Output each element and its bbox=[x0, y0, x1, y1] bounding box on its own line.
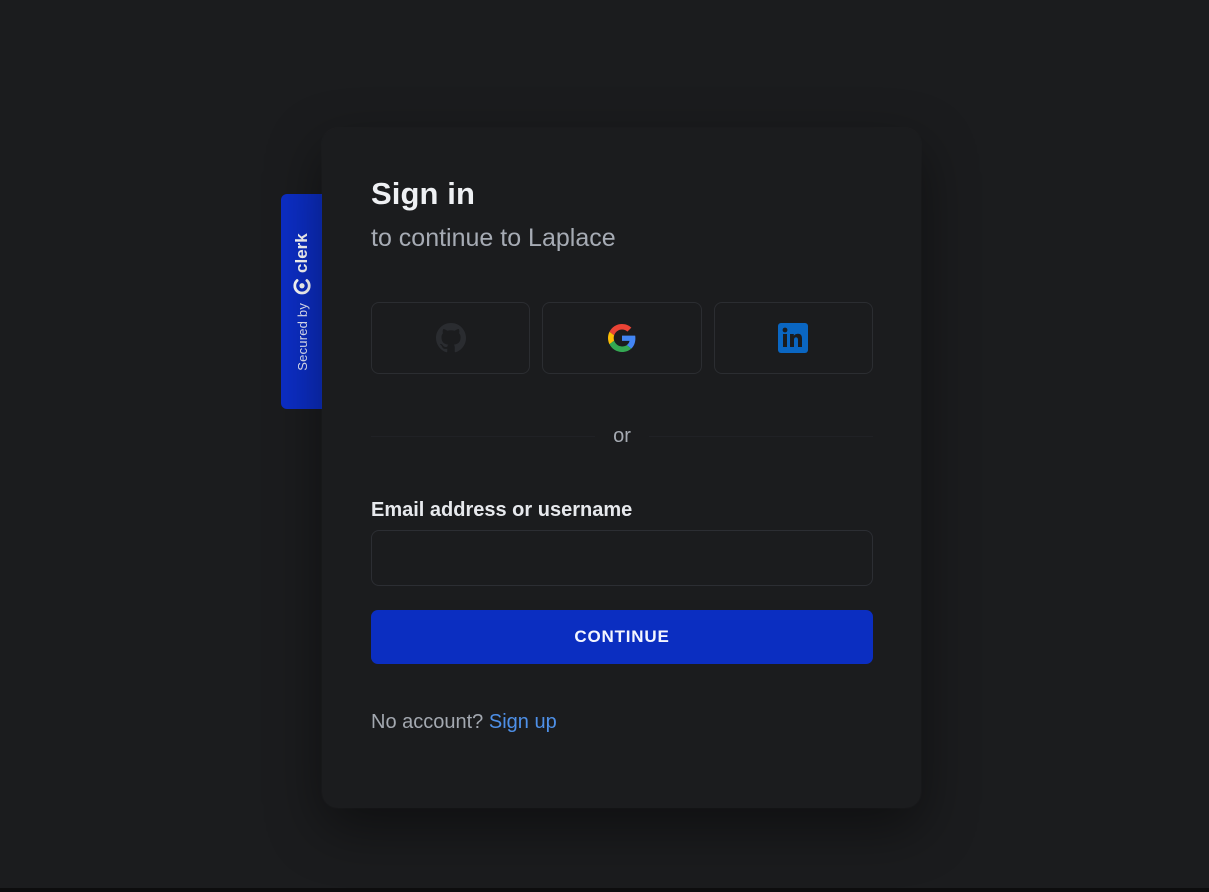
secured-by-label: Secured by bbox=[294, 302, 309, 371]
linkedin-icon bbox=[778, 323, 809, 353]
divider-line-left bbox=[371, 435, 596, 437]
google-login-button[interactable] bbox=[542, 302, 702, 374]
email-field-label: Email address or username bbox=[371, 499, 633, 521]
sign-in-card: Sign in to continue to Laplace or Email … bbox=[322, 128, 921, 808]
secured-by-clerk-badge[interactable]: Secured by clerk bbox=[281, 194, 322, 409]
github-icon bbox=[435, 323, 466, 353]
email-field[interactable] bbox=[371, 530, 873, 586]
continue-button[interactable]: CONTINUE bbox=[371, 610, 873, 664]
bottom-edge bbox=[0, 888, 1209, 892]
or-divider: or bbox=[371, 424, 874, 448]
divider-line-right bbox=[648, 435, 874, 437]
linkedin-login-button[interactable] bbox=[713, 302, 873, 374]
clerk-logo: clerk bbox=[292, 233, 312, 295]
sign-in-page: Secured by clerk Sign in to continue to … bbox=[0, 0, 1209, 892]
github-login-button[interactable] bbox=[371, 302, 531, 374]
divider-text: or bbox=[613, 424, 631, 447]
page-subtitle: to continue to Laplace bbox=[371, 224, 616, 252]
clerk-wordmark: clerk bbox=[291, 232, 311, 273]
signup-prompt: No account? Sign up bbox=[371, 711, 557, 734]
clerk-logo-icon bbox=[292, 278, 311, 295]
social-login-row bbox=[371, 302, 873, 374]
sign-up-link[interactable]: Sign up bbox=[489, 711, 557, 733]
badge-content: Secured by clerk bbox=[292, 233, 312, 370]
page-title: Sign in bbox=[371, 176, 476, 211]
google-icon bbox=[607, 324, 636, 352]
no-account-text: No account? bbox=[371, 711, 484, 733]
